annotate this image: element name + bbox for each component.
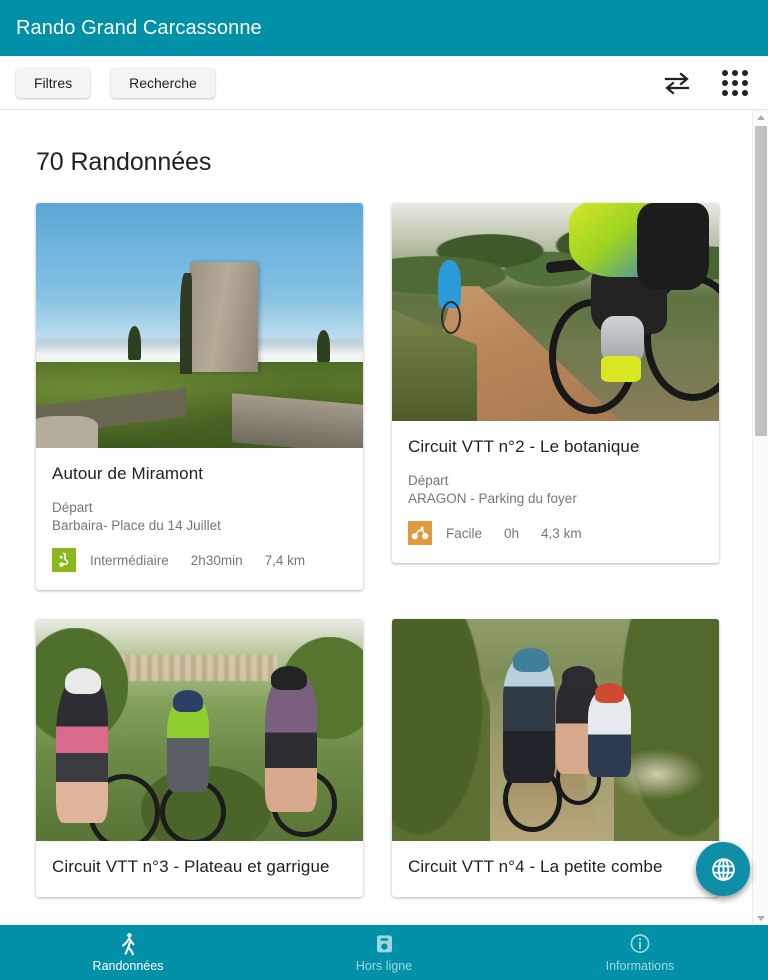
toolbar: Filtres Recherche: [0, 56, 768, 110]
grid-dot: [732, 69, 738, 76]
photo-backpack: [637, 203, 710, 291]
photo-tree: [317, 330, 331, 363]
mountain-bike-icon: [408, 521, 432, 545]
card-meta-row: Facile 0h 4,3 km: [408, 521, 703, 545]
page-title: Rando Grand Carcassonne: [16, 16, 262, 39]
grid-dot: [722, 69, 728, 76]
card-body: Circuit VTT n°4 - La petite combe: [392, 841, 719, 897]
card-depart-value: Barbaira- Place du 14 Juillet: [52, 518, 221, 533]
card-depart-value: ARAGON - Parking du foyer: [408, 491, 577, 506]
card-photo: [392, 203, 719, 421]
card-depart-label: Départ: [52, 500, 93, 515]
nav-item-hors-ligne[interactable]: Hors ligne: [256, 925, 512, 980]
photo-family-cycling: [392, 619, 719, 841]
photo-helmet: [594, 683, 625, 704]
card-duration: 2h30min: [190, 552, 243, 568]
photo-cyclist: [166, 698, 210, 793]
app-root: Rando Grand Carcassonne Filtres Recherch…: [0, 0, 768, 980]
nav-item-randonnees[interactable]: Randonnées: [0, 925, 256, 980]
photo-stone-tower: [180, 261, 259, 375]
grid-dot: [732, 79, 738, 86]
photo-helmet: [173, 690, 203, 713]
grid-dot: [742, 69, 748, 76]
card-meta-text: Intermédiaire 2h30min 7,4 km: [90, 553, 305, 568]
walking-person-icon: [122, 933, 135, 956]
hike-card[interactable]: Circuit VTT n°3 - Plateau et garrigue: [36, 619, 363, 897]
content-scroll-area[interactable]: 70 Randonnées Autour de Miramont Départ …: [0, 110, 752, 925]
grid-dot: [722, 79, 728, 86]
photo-ruined-tower: [36, 203, 363, 448]
card-body: Circuit VTT n°2 - Le botanique Départ AR…: [392, 421, 719, 563]
photo-rock: [36, 416, 99, 448]
photo-helmet: [512, 647, 549, 673]
photo-cyclist: [588, 692, 631, 777]
bottom-navigation: Randonnées Hors ligne Informations: [0, 925, 768, 980]
card-photo: [36, 619, 363, 841]
photo-distant-village: [107, 654, 278, 682]
card-duration: 0h: [504, 525, 520, 541]
apps-grid-icon[interactable]: [718, 66, 752, 100]
hike-card[interactable]: Circuit VTT n°4 - La petite combe: [392, 619, 719, 897]
globe-icon: [711, 857, 735, 881]
scroll-down-arrow-glyph: [757, 915, 765, 921]
card-meta-text: Facile 0h 4,3 km: [446, 526, 582, 541]
card-title: Autour de Miramont: [52, 464, 204, 483]
nav-label: Randonnées: [92, 959, 164, 973]
photo-helmet: [271, 665, 308, 691]
search-button[interactable]: Recherche: [111, 67, 215, 98]
card-distance: 4,3 km: [541, 525, 582, 541]
card-depart-label: Départ: [408, 473, 449, 488]
hike-card-grid: Autour de Miramont Départ Barbaira- Plac…: [0, 203, 752, 897]
nav-label: Informations: [605, 959, 675, 973]
grid-dot: [722, 89, 728, 96]
card-body: Autour de Miramont Départ Barbaira- Plac…: [36, 448, 363, 590]
photo-tree: [127, 325, 141, 360]
photo-cyclist: [55, 676, 108, 824]
card-difficulty: Intermédiaire: [90, 552, 169, 568]
card-photo: [36, 203, 363, 448]
photo-distant-rider: [437, 259, 462, 334]
scroll-up-arrow-glyph: [757, 114, 765, 120]
apps-grid-dots: [722, 69, 748, 96]
hiking-boot-icon: [52, 548, 76, 572]
scrollbar-thumb[interactable]: [755, 126, 767, 436]
language-globe-fab[interactable]: [696, 842, 750, 896]
card-title: Circuit VTT n°3 - Plateau et garrigue: [52, 857, 330, 876]
save-floppy-icon: [377, 935, 392, 953]
card-title: Circuit VTT n°2 - Le botanique: [408, 437, 640, 456]
photo-rider-shoe: [601, 355, 641, 382]
scroll-up-arrow[interactable]: [753, 110, 768, 124]
vertical-scrollbar[interactable]: [752, 110, 768, 925]
swap-arrows-icon[interactable]: [660, 66, 694, 100]
photo-cyclists-viewpoint: [36, 619, 363, 841]
card-difficulty: Facile: [446, 525, 483, 541]
photo-cyclist: [264, 674, 318, 813]
photo-vegetation: [392, 619, 491, 841]
card-meta-row: Intermédiaire 2h30min 7,4 km: [52, 548, 347, 572]
card-photo: [392, 619, 719, 841]
card-title: Circuit VTT n°4 - La petite combe: [408, 857, 663, 876]
scroll-down-arrow[interactable]: [753, 911, 768, 925]
info-circle-icon: [630, 934, 650, 954]
photo-cyclist: [503, 658, 556, 784]
app-header: Rando Grand Carcassonne: [0, 0, 768, 56]
photo-mountain-bikers: [392, 203, 719, 421]
grid-dot: [732, 89, 738, 96]
hike-card[interactable]: Autour de Miramont Départ Barbaira- Plac…: [36, 203, 363, 590]
nav-item-informations[interactable]: Informations: [512, 925, 768, 980]
hike-card[interactable]: Circuit VTT n°2 - Le botanique Départ AR…: [392, 203, 719, 563]
card-body: Circuit VTT n°3 - Plateau et garrigue: [36, 841, 363, 897]
grid-dot: [742, 89, 748, 96]
grid-dot: [742, 79, 748, 86]
filters-button[interactable]: Filtres: [16, 67, 91, 98]
card-distance: 7,4 km: [264, 552, 306, 568]
photo-helmet: [65, 667, 102, 695]
nav-label: Hors ligne: [355, 959, 413, 973]
results-count-title: 70 Randonnées: [36, 148, 212, 176]
photo-helmet: [562, 665, 595, 688]
